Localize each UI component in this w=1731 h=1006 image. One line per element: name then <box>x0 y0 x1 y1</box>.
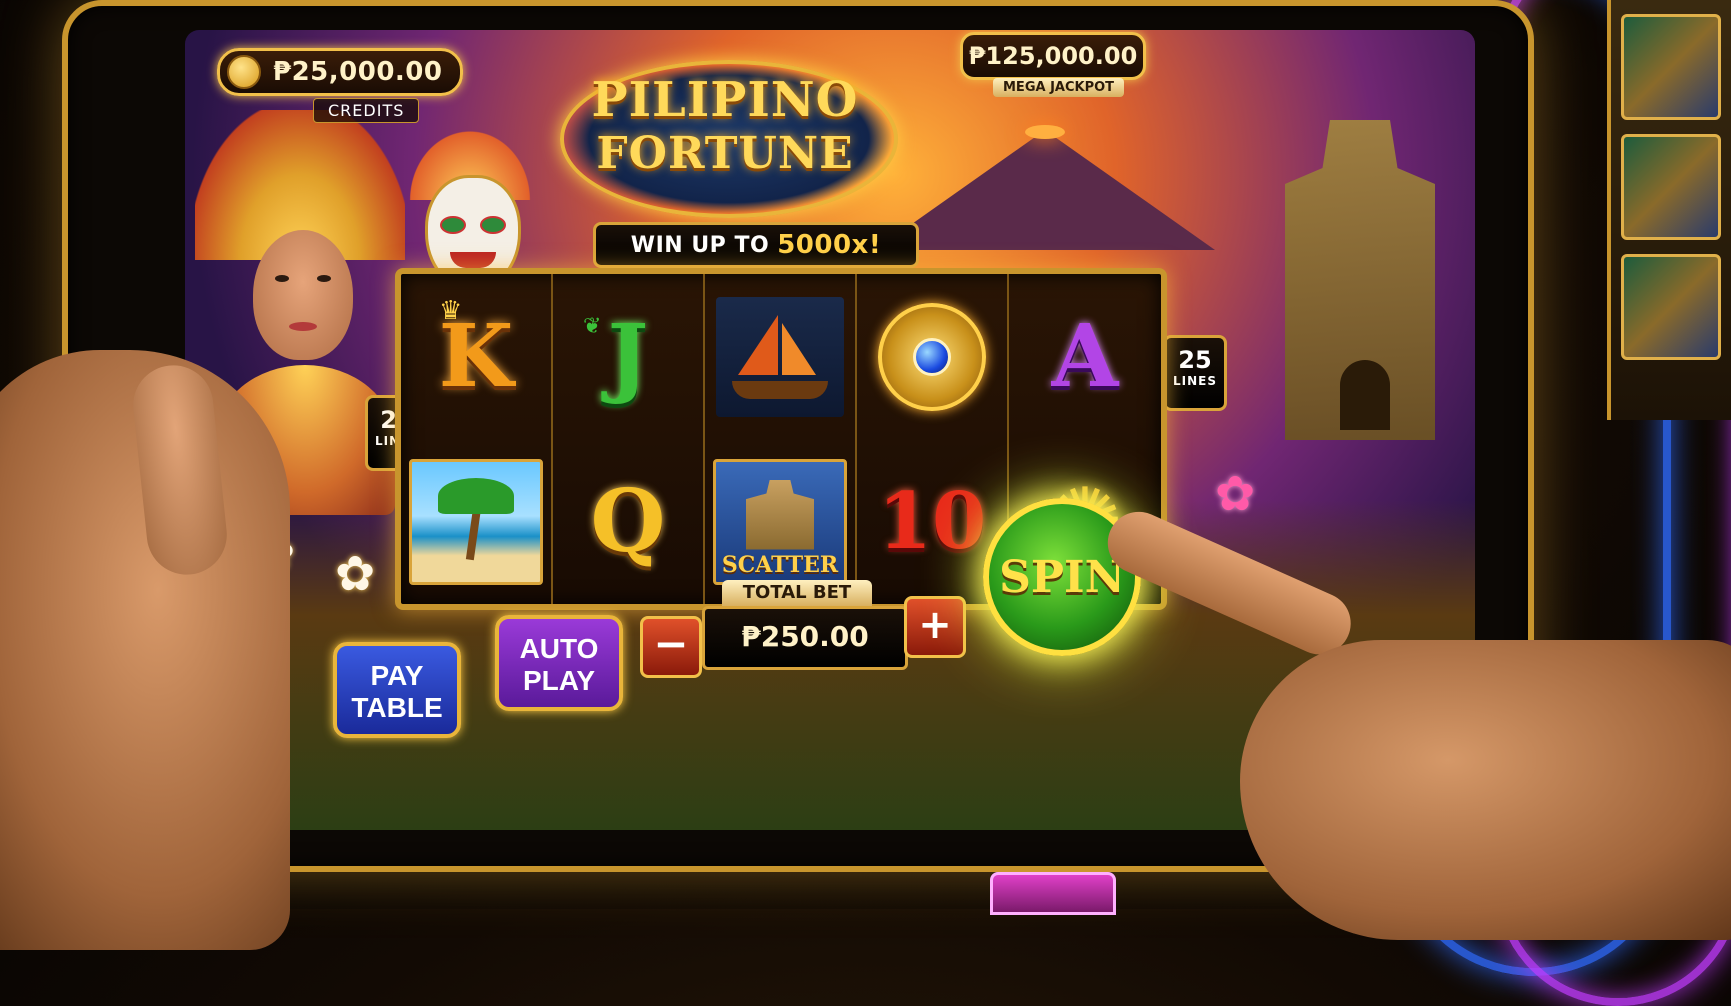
reel-cell: ❦ J <box>553 274 705 439</box>
ship-sail <box>738 314 778 375</box>
scatter-symbol: SCATTER <box>713 458 847 585</box>
paylines-count: 25 <box>1178 346 1212 374</box>
credits-display: ₱25,000.00 <box>217 48 463 96</box>
gem-medallion-icon <box>878 302 986 411</box>
mask-mouth <box>450 252 496 268</box>
jackpot-value: ₱125,000.00 <box>968 42 1138 70</box>
right-hand <box>1240 640 1731 940</box>
reel-cell: ♛ K <box>401 274 553 439</box>
game-logo: PILIPINO FORTUNE <box>560 30 898 220</box>
jackpot-label: MEGA JACKPOT <box>993 78 1125 97</box>
mask-eye <box>480 216 506 234</box>
symbol-j: J <box>607 305 649 407</box>
reel-cell: A <box>1009 274 1161 439</box>
win-banner-text: WIN UP TO <box>630 232 770 258</box>
ship-hull <box>732 380 828 399</box>
scatter-label: SCATTER <box>721 551 839 578</box>
ship-sail <box>782 322 816 375</box>
character-face <box>253 230 353 360</box>
leaf-icon: ❦ <box>583 314 602 339</box>
volcano-glow <box>1025 125 1065 139</box>
ship-icon <box>716 296 844 417</box>
volcano-icon <box>875 130 1215 250</box>
symbol-q: Q <box>590 470 666 572</box>
paylines-badge-right: 25 LINES <box>1163 335 1227 411</box>
credits-label: CREDITS <box>313 98 420 123</box>
auto-play-button[interactable]: AUTO PLAY <box>495 615 623 711</box>
coin-icon <box>227 55 261 89</box>
symbol-a: A <box>1051 305 1119 407</box>
church-door <box>1340 360 1390 430</box>
palm-leaves <box>438 477 514 514</box>
logo-title-line2: FORTUNE <box>596 128 854 179</box>
adjacent-machine-tile <box>1621 14 1721 120</box>
adjacent-machine-panel <box>1607 0 1731 420</box>
lips <box>289 322 317 331</box>
symbol-k: K <box>438 305 514 407</box>
church-icon <box>746 479 814 550</box>
palm-tree-icon <box>409 458 543 585</box>
total-bet-label: TOTAL BET <box>722 580 872 606</box>
total-bet-value: ₱250.00 <box>702 606 908 670</box>
pay-table-button[interactable]: PAY TABLE <box>333 642 461 738</box>
reel-cell <box>401 439 553 604</box>
gem-icon <box>913 337 951 376</box>
masskara-mask <box>400 120 540 291</box>
increase-bet-button[interactable]: + <box>904 596 966 658</box>
decrease-bet-button[interactable]: − <box>640 616 702 678</box>
paylines-label: LINES <box>1173 374 1217 388</box>
eye <box>317 275 331 282</box>
hibiscus-flower-icon: ✿ <box>1215 466 1256 522</box>
mask-eye <box>440 216 466 234</box>
win-banner-multiplier: 5000x! <box>777 230 882 260</box>
symbol-10: 10 <box>877 475 987 567</box>
eye <box>275 275 289 282</box>
reel-cell <box>857 274 1009 439</box>
reel-cell <box>705 274 857 439</box>
max-win-banner: WIN UP TO 5000x! <box>593 222 919 268</box>
adjacent-machine-tile <box>1621 254 1721 360</box>
credits-value: ₱25,000.00 <box>273 57 443 87</box>
crown-icon: ♛ <box>439 296 463 326</box>
adjacent-machine-tile <box>1621 134 1721 240</box>
total-bet-control: − TOTAL BET ₱250.00 + <box>640 578 966 678</box>
logo-title-line1: PILIPINO <box>591 72 859 128</box>
jackpot-display: ₱125,000.00 <box>960 32 1146 80</box>
sampaguita-flower-icon: ✿ <box>335 546 376 602</box>
